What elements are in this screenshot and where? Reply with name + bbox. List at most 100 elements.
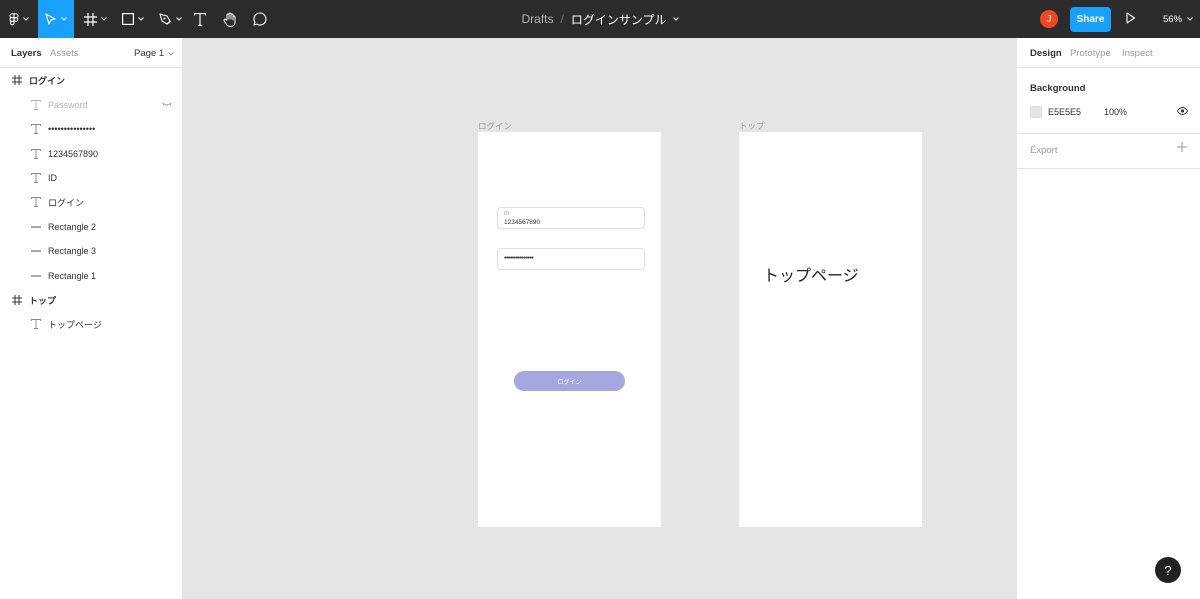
layer-frame-top[interactable]: トップ (0, 289, 182, 311)
layer-rectangle-2[interactable]: Rectangle 2 (0, 216, 182, 238)
top-toolbar: Drafts / ログインサンプル J Share 56% (0, 0, 1200, 38)
design-canvas[interactable]: ログイン ID 1234567890 ••••••••••••••• ログイン … (183, 38, 1016, 599)
layer-label: ログイン (29, 75, 66, 86)
zoom-value: 56% (1163, 13, 1183, 25)
chevron-down-icon (23, 17, 29, 21)
text-layer-icon (30, 172, 42, 184)
text-icon (194, 12, 206, 26)
background-title: Background (1030, 83, 1086, 94)
background-opacity[interactable]: 100% (1104, 107, 1127, 117)
move-icon (45, 12, 56, 25)
file-name[interactable]: ログインサンプル (571, 11, 667, 28)
layer-label: ログイン (48, 197, 85, 208)
background-hex[interactable]: E5E5E5 (1048, 107, 1081, 117)
present-button[interactable] (1126, 11, 1136, 29)
plus-icon[interactable] (1177, 142, 1187, 152)
id-value: 1234567890 (504, 219, 541, 226)
login-button[interactable]: ログイン (514, 371, 625, 391)
frame-label-login[interactable]: ログイン (478, 120, 512, 132)
properties-panel: Design Prototype Inspect Background E5E5… (1016, 38, 1200, 599)
pen-tool-button[interactable] (153, 0, 187, 38)
move-tool-button[interactable] (38, 0, 74, 38)
page-selector-label: Page 1 (134, 48, 165, 59)
text-layer-icon (30, 99, 42, 111)
layer-label: 1234567890 (48, 149, 99, 159)
eye-closed-icon[interactable] (162, 101, 172, 107)
breadcrumb-drafts[interactable]: Drafts (521, 12, 553, 26)
layer-rectangle-3[interactable]: Rectangle 3 (0, 240, 182, 262)
frame-label-top[interactable]: トップ (739, 120, 765, 132)
layer-label: Rectangle 1 (48, 271, 97, 281)
background-swatch[interactable] (1030, 106, 1042, 118)
comment-icon (253, 12, 267, 26)
page-selector[interactable]: Page 1 (134, 48, 174, 59)
figma-menu-icon (9, 12, 19, 25)
tab-inspect[interactable]: Inspect (1122, 48, 1153, 59)
chevron-down-icon (168, 51, 174, 56)
layer-text-id-value[interactable]: 1234567890 (0, 143, 182, 165)
hand-tool-button[interactable] (218, 0, 242, 38)
id-input-rect[interactable]: ID 1234567890 (497, 207, 645, 229)
chevron-down-icon[interactable] (672, 17, 679, 21)
layer-label: ID (48, 173, 57, 183)
text-tool-button[interactable] (190, 0, 210, 38)
layer-frame-login[interactable]: ログイン (0, 69, 182, 91)
play-icon (1126, 12, 1136, 24)
text-layer-icon (30, 123, 42, 135)
layer-label: トップ (29, 295, 57, 306)
layer-text-password-dots[interactable]: ••••••••••••••• (0, 118, 182, 140)
chevron-down-icon (61, 17, 67, 21)
tab-layers[interactable]: Layers (11, 48, 42, 59)
left-panel-tabs: Layers Assets Page 1 (0, 38, 182, 68)
layer-label: ••••••••••••••• (48, 124, 96, 134)
layer-text-password[interactable]: Password (0, 94, 182, 116)
tab-assets[interactable]: Assets (50, 48, 79, 59)
password-input-rect[interactable]: ••••••••••••••• (497, 248, 645, 270)
share-button[interactable]: Share (1070, 7, 1111, 32)
layer-label: Rectangle 2 (48, 222, 97, 232)
top-frame[interactable]: トップページ (739, 132, 922, 527)
breadcrumb-separator: / (560, 12, 564, 26)
rectangle-icon (122, 13, 134, 25)
main-menu-button[interactable] (0, 0, 38, 38)
pen-icon (158, 12, 171, 25)
text-layer-icon (30, 318, 42, 330)
tab-prototype[interactable]: Prototype (1070, 48, 1111, 59)
comment-tool-button[interactable] (248, 0, 272, 38)
frame-icon (83, 12, 97, 26)
layer-label: Rectangle 3 (48, 246, 97, 256)
layer-text-top-page[interactable]: トップページ (0, 313, 182, 335)
chevron-down-icon (100, 17, 107, 21)
frame-icon (11, 294, 23, 306)
text-layer-icon (30, 196, 42, 208)
shape-tool-button[interactable] (116, 0, 150, 38)
layer-label: トップページ (48, 319, 102, 330)
background-section (1017, 69, 1200, 134)
frame-icon (11, 74, 23, 86)
chevron-down-icon (138, 17, 144, 21)
user-avatar[interactable]: J (1040, 10, 1058, 28)
rectangle-layer-icon (30, 270, 42, 282)
text-layer-icon (30, 148, 42, 160)
export-title: Export (1030, 145, 1058, 156)
tab-design[interactable]: Design (1030, 48, 1062, 59)
layer-text-id[interactable]: ID (0, 167, 182, 189)
layer-text-login[interactable]: ログイン (0, 191, 182, 213)
eye-icon[interactable] (1177, 107, 1188, 115)
right-panel-tabs: Design Prototype Inspect (1017, 38, 1200, 68)
rectangle-layer-icon (30, 221, 42, 233)
hand-icon (223, 12, 236, 27)
chevron-down-icon (1187, 17, 1193, 21)
rectangle-layer-icon (30, 245, 42, 257)
password-dots: ••••••••••••••• (504, 255, 534, 262)
layer-rectangle-1[interactable]: Rectangle 1 (0, 265, 182, 287)
top-page-text[interactable]: トップページ (763, 262, 859, 286)
help-button[interactable]: ? (1155, 557, 1181, 583)
layer-label: Password (48, 100, 88, 110)
zoom-dropdown[interactable]: 56% (1163, 0, 1193, 38)
login-frame[interactable]: ID 1234567890 ••••••••••••••• ログイン (478, 132, 661, 527)
id-caption: ID (504, 211, 509, 217)
chevron-down-icon (175, 17, 182, 21)
layers-panel: Layers Assets Page 1 ログイン Password •••••… (0, 38, 183, 599)
frame-tool-button[interactable] (78, 0, 112, 38)
